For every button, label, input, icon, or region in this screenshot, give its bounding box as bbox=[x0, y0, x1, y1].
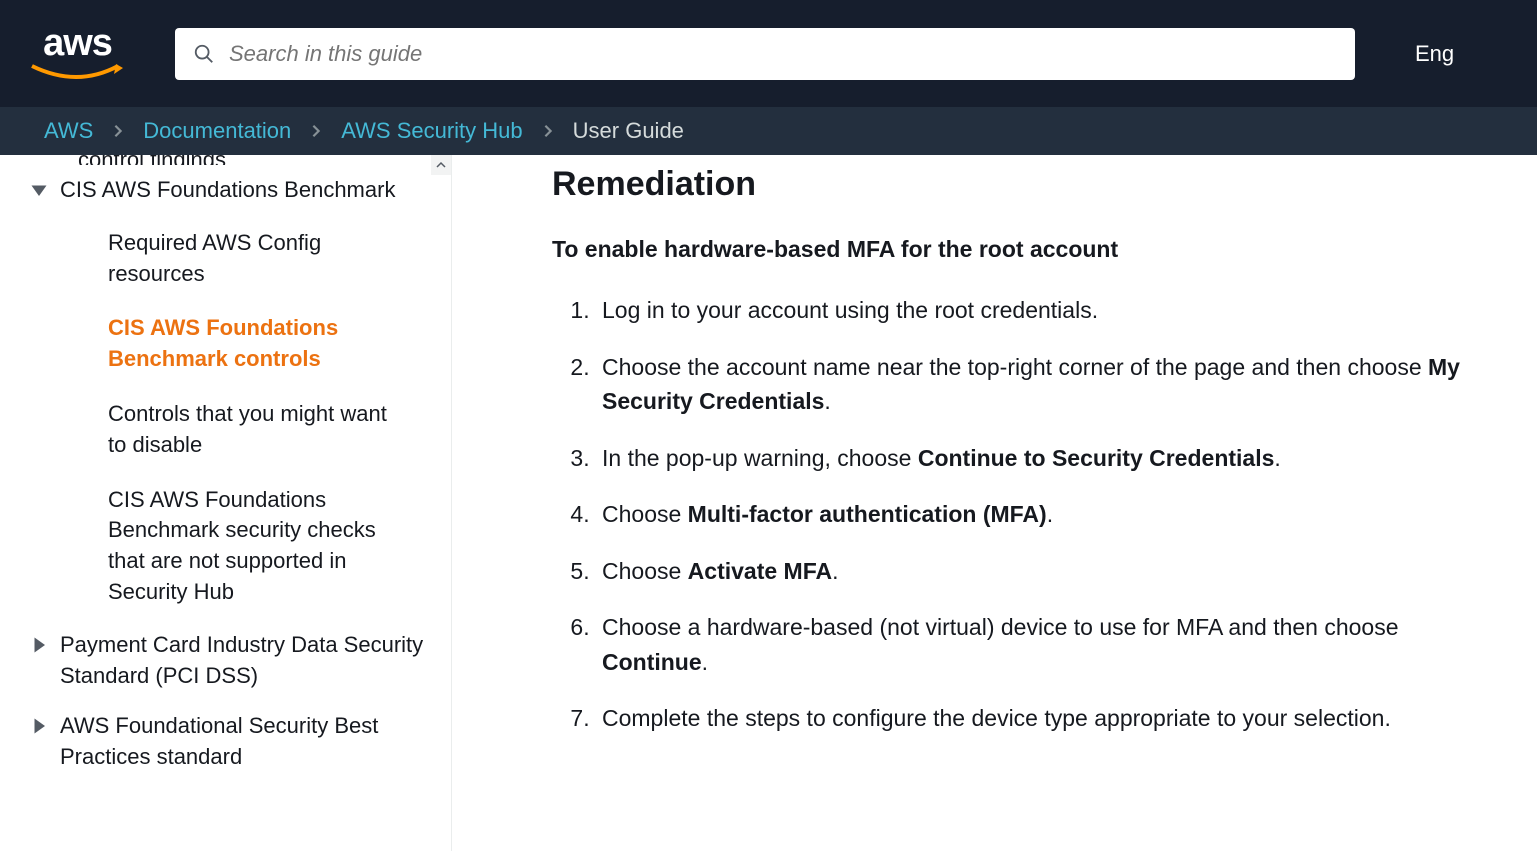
step-item: Log in to your account using the root cr… bbox=[596, 293, 1477, 328]
step-item: In the pop-up warning, choose Continue t… bbox=[596, 441, 1477, 476]
step-item: Choose Activate MFA. bbox=[596, 554, 1477, 589]
header: aws Eng bbox=[0, 0, 1537, 107]
aws-logo-text: aws bbox=[43, 24, 112, 62]
sidebar-cutoff-item[interactable]: control findings bbox=[30, 155, 431, 165]
search-icon bbox=[193, 43, 215, 65]
sidebar-item-controls-disable[interactable]: Controls that you might want to disable bbox=[90, 387, 431, 473]
step-item: Choose Multi-factor authentication (MFA)… bbox=[596, 497, 1477, 532]
sidebar-item-label: Payment Card Industry Data Security Stan… bbox=[60, 630, 431, 692]
breadcrumb-documentation[interactable]: Documentation bbox=[143, 118, 291, 144]
sidebar-item-required-config[interactable]: Required AWS Config resources bbox=[90, 216, 431, 302]
sidebar-item-cis-controls[interactable]: CIS AWS Foundations Benchmark controls bbox=[90, 301, 431, 387]
search-container bbox=[175, 28, 1355, 80]
breadcrumb-security-hub[interactable]: AWS Security Hub bbox=[341, 118, 522, 144]
sidebar-submenu: Required AWS Config resources CIS AWS Fo… bbox=[30, 216, 431, 620]
sidebar-item-pci-dss[interactable]: Payment Card Industry Data Security Stan… bbox=[30, 620, 431, 702]
breadcrumb-aws[interactable]: AWS bbox=[44, 118, 93, 144]
chevron-up-icon bbox=[436, 161, 446, 169]
caret-down-icon bbox=[30, 181, 48, 199]
aws-smile-icon bbox=[30, 62, 125, 84]
step-item: Choose a hardware-based (not virtual) de… bbox=[596, 610, 1477, 679]
scroll-up-button[interactable] bbox=[431, 155, 451, 175]
sidebar-item-unsupported-checks[interactable]: CIS AWS Foundations Benchmark security c… bbox=[90, 473, 431, 620]
aws-logo[interactable]: aws bbox=[30, 24, 125, 84]
main-content: Remediation To enable hardware-based MFA… bbox=[452, 155, 1537, 851]
language-selector[interactable]: Eng bbox=[1415, 41, 1454, 67]
breadcrumb-current: User Guide bbox=[573, 118, 684, 144]
sidebar-item-label: CIS AWS Foundations Benchmark bbox=[60, 175, 395, 206]
chevron-right-icon bbox=[541, 124, 555, 138]
step-item: Complete the steps to configure the devi… bbox=[596, 701, 1477, 736]
sidebar-item-label: AWS Foundational Security Best Practices… bbox=[60, 711, 431, 773]
steps-list: Log in to your account using the root cr… bbox=[552, 293, 1477, 736]
step-item: Choose the account name near the top-rig… bbox=[596, 350, 1477, 419]
content-subtitle: To enable hardware-based MFA for the roo… bbox=[552, 236, 1477, 263]
sidebar[interactable]: control findings CIS AWS Foundations Ben… bbox=[0, 155, 452, 851]
breadcrumb: AWS Documentation AWS Security Hub User … bbox=[0, 107, 1537, 155]
sidebar-item-cis-benchmark[interactable]: CIS AWS Foundations Benchmark bbox=[30, 165, 431, 216]
caret-right-icon bbox=[30, 717, 48, 735]
chevron-right-icon bbox=[111, 124, 125, 138]
search-input[interactable] bbox=[175, 28, 1355, 80]
content-heading: Remediation bbox=[552, 165, 1477, 204]
sidebar-item-foundational-security[interactable]: AWS Foundational Security Best Practices… bbox=[30, 701, 431, 783]
chevron-right-icon bbox=[309, 124, 323, 138]
caret-right-icon bbox=[30, 636, 48, 654]
